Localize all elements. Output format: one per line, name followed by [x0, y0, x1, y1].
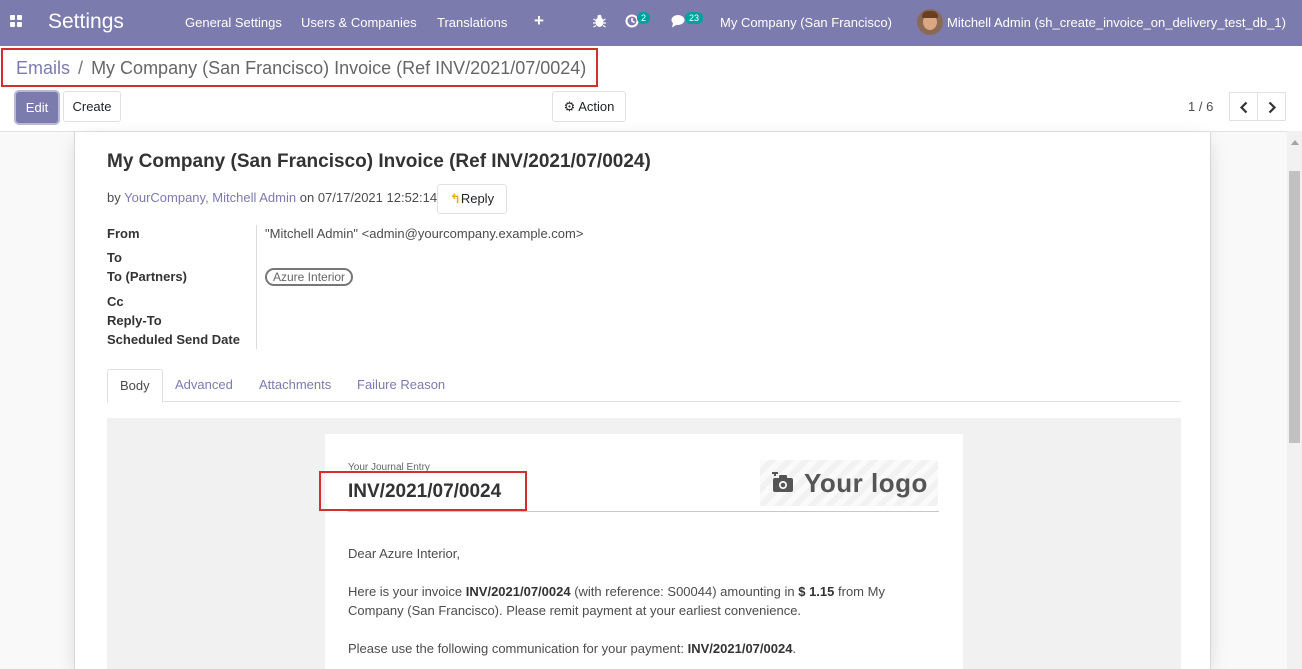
email-divider	[348, 511, 939, 512]
from-label: From	[107, 226, 140, 241]
menu-users-companies[interactable]: Users & Companies	[301, 15, 417, 30]
top-navbar: Settings General Settings Users & Compan…	[0, 0, 1302, 46]
create-button[interactable]: Create	[63, 91, 121, 122]
scrollbar-thumb[interactable]	[1289, 171, 1300, 443]
email-paragraph-invoice: Here is your invoice INV/2021/07/0024 (w…	[348, 584, 885, 618]
message-date: 07/17/2021 12:52:14	[317, 190, 438, 205]
pager-next-button[interactable]	[1257, 92, 1286, 121]
chevron-left-icon	[1239, 101, 1248, 114]
edit-button[interactable]: Edit	[16, 92, 58, 123]
messages-count-badge: 23	[685, 12, 704, 24]
apps-menu-icon[interactable]	[10, 15, 24, 29]
user-avatar[interactable]	[917, 9, 943, 35]
chevron-right-icon	[1268, 101, 1277, 114]
camera-icon	[772, 472, 793, 492]
message-byline: by YourCompany, Mitchell Admin on 07/17/…	[107, 190, 437, 205]
field-divider	[256, 225, 257, 349]
gear-icon: ⚙	[563, 99, 576, 114]
reply-icon: ↰	[449, 191, 461, 206]
tab-failure-reason[interactable]: Failure Reason	[345, 369, 457, 402]
tab-attachments[interactable]: Attachments	[247, 369, 343, 402]
cc-label: Cc	[107, 294, 124, 309]
add-menu-icon[interactable]: +	[534, 11, 544, 31]
company-logo-placeholder: Your logo	[760, 460, 938, 506]
activity-count-badge: 2	[637, 12, 651, 24]
email-greeting: Dear Azure Interior,	[348, 546, 460, 561]
vertical-scrollbar[interactable]	[1287, 131, 1302, 669]
to-partners-label: To (Partners)	[107, 269, 187, 284]
to-label: To	[107, 250, 122, 265]
app-title: Settings	[48, 10, 124, 33]
action-button[interactable]: ⚙ Action	[552, 91, 626, 122]
pager-previous-button[interactable]	[1229, 92, 1258, 121]
reply-to-label: Reply-To	[107, 313, 162, 328]
journal-number-highlight-box	[319, 471, 527, 511]
partner-tag-azure-interior[interactable]: Azure Interior	[265, 268, 354, 286]
notebook-tabs: Body Advanced Attachments Failure Reason	[107, 369, 1181, 403]
scroll-up-icon[interactable]	[1291, 140, 1299, 145]
from-value: "Mitchell Admin" <admin@yourcompany.exam…	[265, 226, 584, 241]
breadcrumb-highlight-box	[1, 48, 598, 87]
debug-bug-icon[interactable]	[593, 14, 606, 31]
reply-button[interactable]: ↰Reply	[437, 184, 507, 214]
tab-body[interactable]: Body	[107, 369, 163, 403]
reply-label: Reply	[460, 191, 495, 206]
byline-by: by	[107, 190, 121, 205]
scheduled-send-date-label: Scheduled Send Date	[107, 332, 240, 347]
messages-chat-icon[interactable]: 23	[671, 12, 704, 31]
logo-text: Your logo	[804, 468, 928, 498]
activity-clock-icon[interactable]: 2	[625, 12, 651, 31]
author-link[interactable]: YourCompany, Mitchell Admin	[124, 190, 296, 205]
email-paragraph-communication: Please use the following communication f…	[348, 641, 797, 656]
pager-value[interactable]: 1 / 6	[1188, 99, 1213, 114]
message-subject: My Company (San Francisco) Invoice (Ref …	[107, 151, 651, 172]
action-label: Action	[578, 99, 615, 114]
menu-translations[interactable]: Translations	[437, 15, 507, 30]
company-switcher[interactable]: My Company (San Francisco)	[720, 15, 892, 30]
user-menu[interactable]: Mitchell Admin (sh_create_invoice_on_del…	[947, 15, 1286, 30]
menu-general-settings[interactable]: General Settings	[185, 15, 282, 30]
byline-on: on	[299, 190, 315, 205]
tab-advanced[interactable]: Advanced	[163, 369, 245, 402]
